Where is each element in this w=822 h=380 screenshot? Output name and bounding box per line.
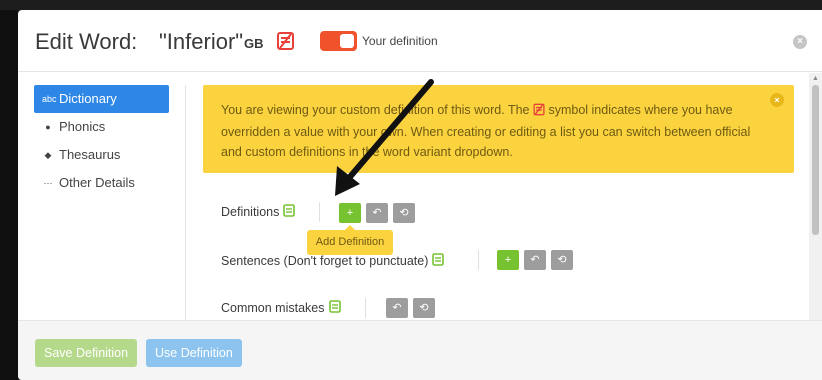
- scrollbar-thumb[interactable]: [812, 85, 819, 235]
- modal-footer: Save Definition Use Definition: [18, 320, 822, 380]
- content-scrollbar[interactable]: ▲ ▼: [809, 73, 822, 330]
- row-separator: [478, 250, 479, 270]
- edit-word-modal: Edit Word: "Inferior" GB Your definition…: [18, 10, 822, 380]
- green-book-icon: [432, 253, 445, 269]
- circle-info-icon: ●: [45, 122, 51, 132]
- background-window-edge: [0, 10, 18, 380]
- sidebar-item-phonics[interactable]: ● Phonics: [34, 113, 169, 141]
- modal-title-word: "Inferior": [159, 29, 244, 54]
- use-definition-button[interactable]: Use Definition: [146, 339, 242, 367]
- definitions-label: Definitions: [221, 204, 296, 220]
- undo-definition-button[interactable]: ↶: [366, 203, 388, 223]
- toggle-label: Your definition: [362, 34, 438, 48]
- modal-title-prefix: Edit Word:: [35, 29, 138, 54]
- tag-icon: ◆: [44, 150, 52, 160]
- sidebar-item-other-details[interactable]: ··· Other Details: [34, 169, 169, 197]
- sidebar-item-thesaurus[interactable]: ◆ Thesaurus: [34, 141, 169, 169]
- close-modal-icon[interactable]: ×: [793, 35, 807, 49]
- ellipsis-icon: ···: [43, 178, 53, 188]
- notice-text-part: You are viewing your custom definition o…: [221, 103, 533, 117]
- save-definition-button[interactable]: Save Definition: [35, 339, 138, 367]
- sentences-label: Sentences (Don't forget to punctuate): [221, 253, 445, 269]
- close-notice-icon[interactable]: ×: [770, 93, 784, 107]
- sidebar-item-label: Other Details: [59, 175, 135, 190]
- green-book-icon: [328, 300, 341, 316]
- definitions-label-text: Definitions: [221, 205, 280, 219]
- reset-definition-button[interactable]: ⟲: [393, 203, 415, 223]
- add-sentence-button[interactable]: +: [497, 250, 519, 270]
- row-separator: [365, 298, 366, 318]
- undo-mistakes-button[interactable]: ↶: [386, 298, 408, 318]
- custom-definition-notice: You are viewing your custom definition o…: [203, 85, 794, 173]
- notice-text: You are viewing your custom definition o…: [221, 100, 761, 162]
- sidebar-divider: [185, 85, 186, 330]
- sidebar-item-label: Thesaurus: [59, 147, 121, 162]
- modal-header: Edit Word: "Inferior" GB Your definition…: [18, 10, 822, 72]
- sidebar-item-label: Phonics: [59, 119, 106, 134]
- content-panel: You are viewing your custom definition o…: [202, 73, 812, 329]
- toggle-knob: [340, 34, 354, 48]
- row-separator: [319, 202, 320, 222]
- your-definition-toggle[interactable]: [320, 31, 357, 51]
- region-label: GB: [244, 36, 264, 51]
- add-definition-tooltip: Add Definition: [307, 225, 393, 255]
- custom-book-icon: [533, 102, 545, 122]
- sidebar-item-dictionary[interactable]: abc Dictionary: [34, 85, 169, 113]
- reset-mistakes-button[interactable]: ⟲: [413, 298, 435, 318]
- abc-icon: abc: [42, 94, 57, 104]
- reset-sentence-button[interactable]: ⟲: [551, 250, 573, 270]
- common-mistakes-label: Common mistakes: [221, 300, 341, 316]
- sidebar-nav: abc Dictionary ● Phonics ◆ Thesaurus ···…: [34, 85, 169, 197]
- custom-book-icon: [277, 31, 294, 56]
- undo-sentence-button[interactable]: ↶: [524, 250, 546, 270]
- common-mistakes-label-text: Common mistakes: [221, 301, 325, 315]
- green-book-icon: [283, 204, 296, 220]
- sidebar-item-label: Dictionary: [59, 91, 117, 106]
- scroll-up-icon[interactable]: ▲: [812, 75, 819, 82]
- add-definition-button[interactable]: +: [339, 203, 361, 223]
- sentences-label-text: Sentences (Don't forget to punctuate): [221, 254, 429, 268]
